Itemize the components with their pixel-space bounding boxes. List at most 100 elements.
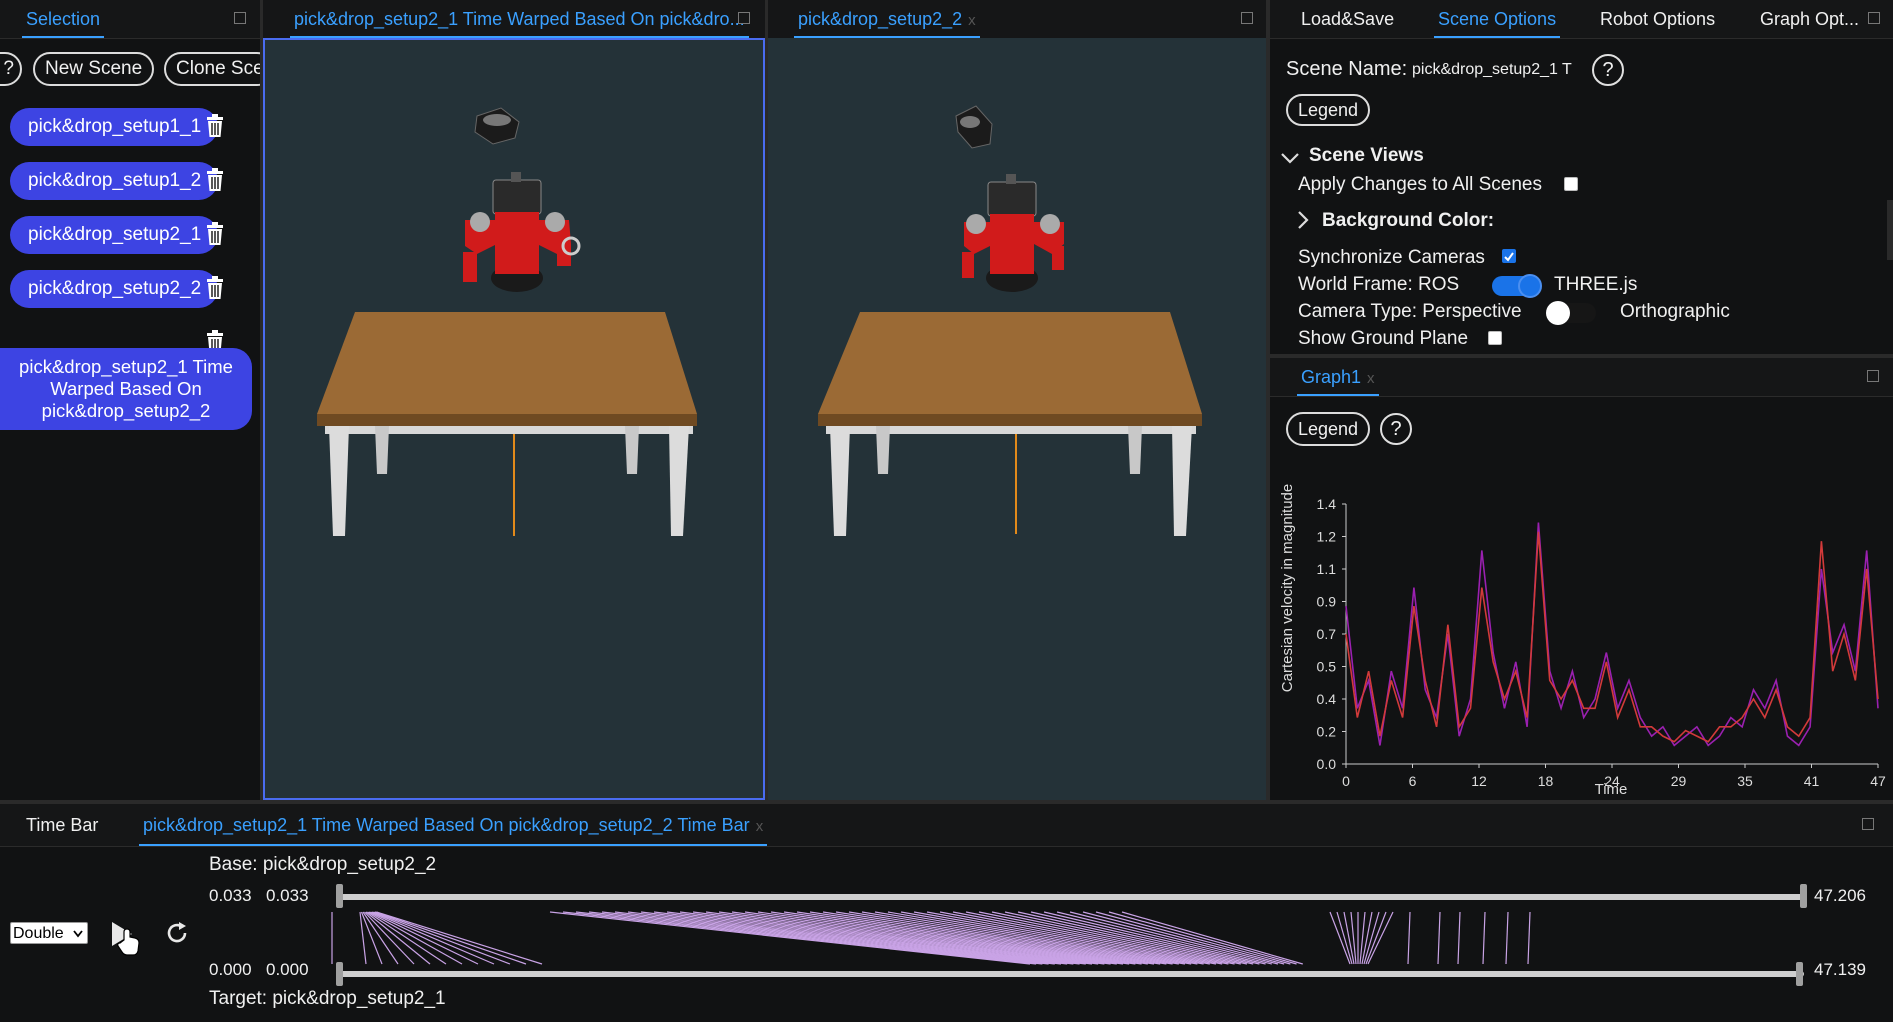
y-tick-label: 1.4: [1317, 496, 1337, 512]
chevron-right-icon[interactable]: [1296, 210, 1310, 230]
warp-line: [1329, 911, 1351, 965]
y-tick-label: 0.5: [1317, 659, 1337, 675]
chevron-down-icon[interactable]: [1280, 150, 1300, 166]
scene-viewport-1: pick&drop_setup2_1 Time Warped Based On …: [263, 0, 765, 800]
series-line-1: [1345, 531, 1879, 743]
tab-load-save[interactable]: Load&Save: [1301, 0, 1394, 38]
trash-icon[interactable]: [204, 276, 226, 300]
camera-type-toggle[interactable]: [1546, 301, 1596, 325]
warp-line: [1407, 911, 1411, 965]
scene-pill-setup2-2[interactable]: pick&drop_setup2_2: [10, 270, 218, 308]
warp-line: [1365, 911, 1387, 965]
help-button[interactable]: ?: [1592, 54, 1624, 86]
tab-warped-time-bar[interactable]: pick&drop_setup2_1 Time Warped Based On …: [138, 804, 768, 846]
velocity-chart[interactable]: 0.00.20.40.50.70.91.11.21.40 6 12 18 24 29 35 4…: [1270, 458, 1893, 798]
sync-cameras-checkbox[interactable]: [1502, 249, 1516, 263]
warp-line: [1482, 911, 1486, 965]
base-start-a: 0.033: [209, 886, 252, 905]
x-tick-label: 47: [1870, 773, 1886, 789]
legend-button[interactable]: Legend: [1286, 94, 1371, 126]
tab-selection[interactable]: Selection: [21, 0, 105, 38]
tab-graph1-label: Graph1: [1301, 367, 1362, 387]
close-icon[interactable]: x: [1367, 370, 1375, 387]
scene-views-header[interactable]: Scene Views: [1309, 145, 1424, 167]
target-start-a: 0.000: [209, 960, 252, 979]
x-tick-label: 35: [1737, 773, 1753, 789]
speed-select[interactable]: Double: [10, 922, 88, 944]
scene-pill-active-line: Warped Based On: [50, 378, 202, 399]
table-icon: [317, 312, 697, 536]
warp-line: [1527, 911, 1531, 965]
trash-icon[interactable]: [204, 114, 226, 138]
trash-icon[interactable]: [204, 222, 226, 246]
base-handle-end[interactable]: [1800, 884, 1807, 908]
maximize-icon[interactable]: [1867, 370, 1879, 382]
tab-time-bar[interactable]: Time Bar: [26, 804, 98, 846]
y-tick-label: 0.7: [1317, 626, 1337, 642]
help-button[interactable]: ?: [0, 52, 22, 86]
base-end: 47.206: [1814, 886, 1866, 905]
tab-scene-options[interactable]: Scene Options: [1433, 0, 1561, 38]
x-tick-label: 6: [1409, 773, 1417, 789]
world-frame-toggle[interactable]: [1492, 274, 1542, 298]
new-scene-button[interactable]: New Scene: [33, 52, 155, 86]
target-track[interactable]: [340, 971, 1804, 977]
help-button[interactable]: ?: [1380, 413, 1412, 445]
show-ground-checkbox[interactable]: [1488, 331, 1502, 345]
target-handle-end[interactable]: [1796, 962, 1803, 986]
warp-line: [370, 911, 479, 965]
series-line-0: [1345, 522, 1879, 747]
target-handle-start[interactable]: [336, 962, 343, 986]
maximize-icon[interactable]: [1862, 818, 1874, 830]
scene-name-input[interactable]: pick&drop_setup2_1 Ti: [1412, 61, 1572, 79]
close-icon[interactable]: x: [968, 12, 976, 29]
graph-tabbar: Graph1 x: [1270, 358, 1893, 397]
table-icon: [818, 312, 1202, 536]
base-handle-start[interactable]: [336, 884, 343, 908]
y-tick-label: 0.9: [1317, 594, 1337, 610]
play-icon[interactable]: [110, 918, 144, 958]
clone-scene-button[interactable]: Clone Sce: [164, 52, 260, 86]
robot-icon: [463, 172, 581, 292]
scene-canvas-1[interactable]: [263, 38, 765, 800]
warp-line: [1336, 911, 1353, 965]
base-start-b: 0.033: [266, 886, 309, 905]
scene-canvas-2[interactable]: [768, 38, 1266, 800]
base-track[interactable]: [340, 894, 1806, 900]
warp-line: [1343, 911, 1355, 965]
apply-all-checkbox[interactable]: [1564, 177, 1578, 191]
warp-line: [368, 911, 463, 965]
scene-pill-active-line: pick&drop_setup2_1 Time: [19, 356, 233, 377]
maximize-icon[interactable]: [738, 12, 750, 24]
viewport1-tabbar: pick&drop_setup2_1 Time Warped Based On …: [263, 0, 765, 39]
chevron-down-icon: [73, 930, 83, 938]
graph-panel: Graph1 x Legend ? 0.0 0.2 0.4 0.5 0.7 0.9 1.1 1.…: [1270, 358, 1893, 800]
timebar-tabbar: Time Bar pick&drop_setup2_1 Time Warped …: [0, 804, 1893, 847]
maximize-icon[interactable]: [234, 12, 246, 24]
tab-robot-options[interactable]: Robot Options: [1600, 0, 1715, 38]
maximize-icon[interactable]: [1241, 12, 1253, 24]
target-start-b: 0.000: [266, 960, 309, 979]
scene-pill-active[interactable]: pick&drop_setup2_1 Time Warped Based On …: [0, 348, 252, 430]
scene-pill-setup2-1[interactable]: pick&drop_setup2_1: [10, 216, 218, 254]
close-icon[interactable]: x: [756, 818, 764, 835]
tab-graph1[interactable]: Graph1 x: [1297, 358, 1379, 396]
tab-graph-options[interactable]: Graph Opt...: [1760, 0, 1859, 38]
scene-pill-setup1-1[interactable]: pick&drop_setup1_1: [10, 108, 218, 146]
x-tick-label: 0: [1342, 773, 1350, 789]
background-color-header[interactable]: Background Color:: [1322, 210, 1494, 232]
scene-pill-setup1-2[interactable]: pick&drop_setup1_2: [10, 162, 218, 200]
vr-headset-icon: [474, 107, 520, 145]
check-icon: [1504, 252, 1514, 262]
reset-icon[interactable]: [164, 920, 190, 946]
maximize-icon[interactable]: [1868, 12, 1880, 24]
tab-warped-time-bar-label: pick&drop_setup2_1 Time Warped Based On …: [143, 815, 750, 835]
scrollbar[interactable]: [1887, 200, 1893, 260]
trash-icon[interactable]: [204, 168, 226, 192]
target-end: 47.139: [1814, 960, 1866, 979]
tab-viewport1[interactable]: pick&drop_setup2_1 Time Warped Based On …: [290, 0, 749, 38]
time-warp-slider[interactable]: [330, 882, 1810, 992]
base-label: Base: pick&drop_setup2_2: [209, 854, 437, 875]
tab-viewport2[interactable]: pick&drop_setup2_2 x: [794, 0, 980, 38]
legend-button[interactable]: Legend: [1286, 412, 1371, 446]
